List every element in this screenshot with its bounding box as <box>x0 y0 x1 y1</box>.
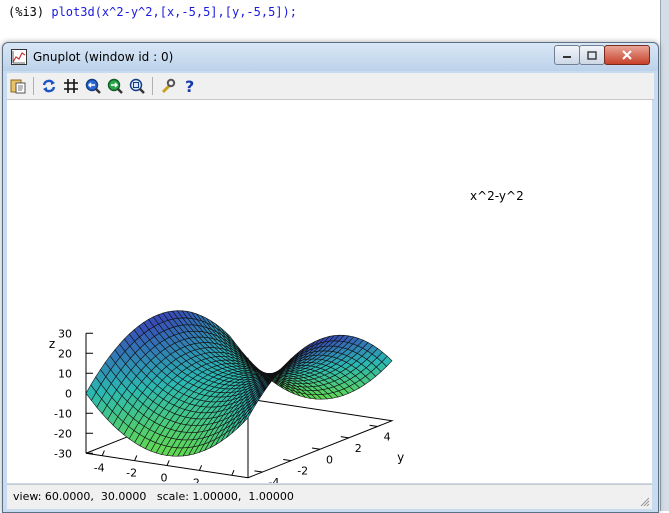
z-tick-label: -20 <box>54 427 72 440</box>
y-tick <box>370 425 378 426</box>
zoom-previous-button[interactable] <box>82 75 104 97</box>
x-tick-label: 2 <box>193 476 200 483</box>
minimize-icon <box>562 51 572 59</box>
console-input-line[interactable]: (%i3) plot3d(x^2-y^2,[x,-5,5],[y,-5,5]); <box>8 5 297 19</box>
x-tick-label: 0 <box>161 472 168 484</box>
z-tick-label: -10 <box>54 407 72 420</box>
replot-button[interactable] <box>38 75 60 97</box>
options-button[interactable] <box>157 75 179 97</box>
surface-plot: 3020100-10-20-30-4-2024-4-2024zxyx^2-y^2 <box>7 100 652 483</box>
z-tick-label: 30 <box>58 327 72 340</box>
resize-grip-icon[interactable] <box>640 497 650 507</box>
y-tick-label: 4 <box>384 430 391 443</box>
y-axis-label: y <box>397 451 404 465</box>
copy-to-clipboard-icon <box>9 77 27 95</box>
x-tick <box>102 451 104 456</box>
help-button[interactable]: ? <box>179 75 201 97</box>
wrench-icon <box>159 77 177 95</box>
maximize-button[interactable] <box>579 45 605 65</box>
x-tick-label: -2 <box>126 467 137 480</box>
svg-text:?: ? <box>185 77 194 95</box>
zoom-previous-icon <box>84 77 102 95</box>
toolbar-separator <box>33 77 34 95</box>
y-tick <box>341 437 349 438</box>
y-tick <box>254 471 262 472</box>
unzoom-icon <box>128 77 146 95</box>
y-tick-label: -4 <box>268 476 279 483</box>
gnuplot-window: Gnuplot (window id : 0) <box>2 42 659 513</box>
gnuplot-toolbar: ? <box>7 73 654 100</box>
z-tick-label: 0 <box>65 387 72 400</box>
grid-icon <box>62 77 80 95</box>
x-tick-label: 4 <box>225 481 232 483</box>
window-title: Gnuplot (window id : 0) <box>33 50 173 64</box>
x-tick <box>167 460 169 465</box>
z-tick-label: 10 <box>58 367 72 380</box>
input-command[interactable]: plot3d(x^2-y^2,[x,-5,5],[y,-5,5]); <box>51 5 297 19</box>
y-tick-label: 2 <box>355 442 362 455</box>
status-text: view: 60.0000, 30.0000 scale: 1.00000, 1… <box>13 490 294 503</box>
toolbar-separator <box>152 77 153 95</box>
zoom-next-icon <box>106 77 124 95</box>
x-tick-label: -4 <box>94 462 105 475</box>
replot-icon <box>40 77 58 95</box>
z-axis-label: z <box>49 337 55 351</box>
minimize-button[interactable] <box>554 45 580 65</box>
copy-to-clipboard-button[interactable] <box>7 75 29 97</box>
x-tick <box>199 465 201 470</box>
close-button[interactable] <box>604 45 650 65</box>
z-tick-label: 20 <box>58 347 72 360</box>
x-tick <box>135 456 137 461</box>
window-titlebar[interactable]: Gnuplot (window id : 0) <box>3 43 658 71</box>
y-tick-label: 0 <box>326 453 333 466</box>
gnuplot-app-icon <box>11 49 27 65</box>
x-tick <box>232 470 234 475</box>
console-scrollbar[interactable] <box>660 0 669 511</box>
unzoom-button[interactable] <box>126 75 148 97</box>
legend-label: x^2-y^2 <box>470 189 524 203</box>
y-tick <box>283 459 291 460</box>
z-tick-label: -30 <box>54 447 72 460</box>
plot-canvas[interactable]: 3020100-10-20-30-4-2024-4-2024zxyx^2-y^2 <box>7 100 652 483</box>
y-tick-label: -2 <box>297 465 308 478</box>
status-bar: view: 60.0000, 30.0000 scale: 1.00000, 1… <box>7 484 652 509</box>
maximize-icon <box>587 51 597 60</box>
close-icon <box>621 50 633 60</box>
help-icon: ? <box>181 77 199 95</box>
zoom-next-button[interactable] <box>104 75 126 97</box>
grid-button[interactable] <box>60 75 82 97</box>
y-tick <box>312 448 320 449</box>
input-prompt: (%i3) <box>8 5 44 19</box>
